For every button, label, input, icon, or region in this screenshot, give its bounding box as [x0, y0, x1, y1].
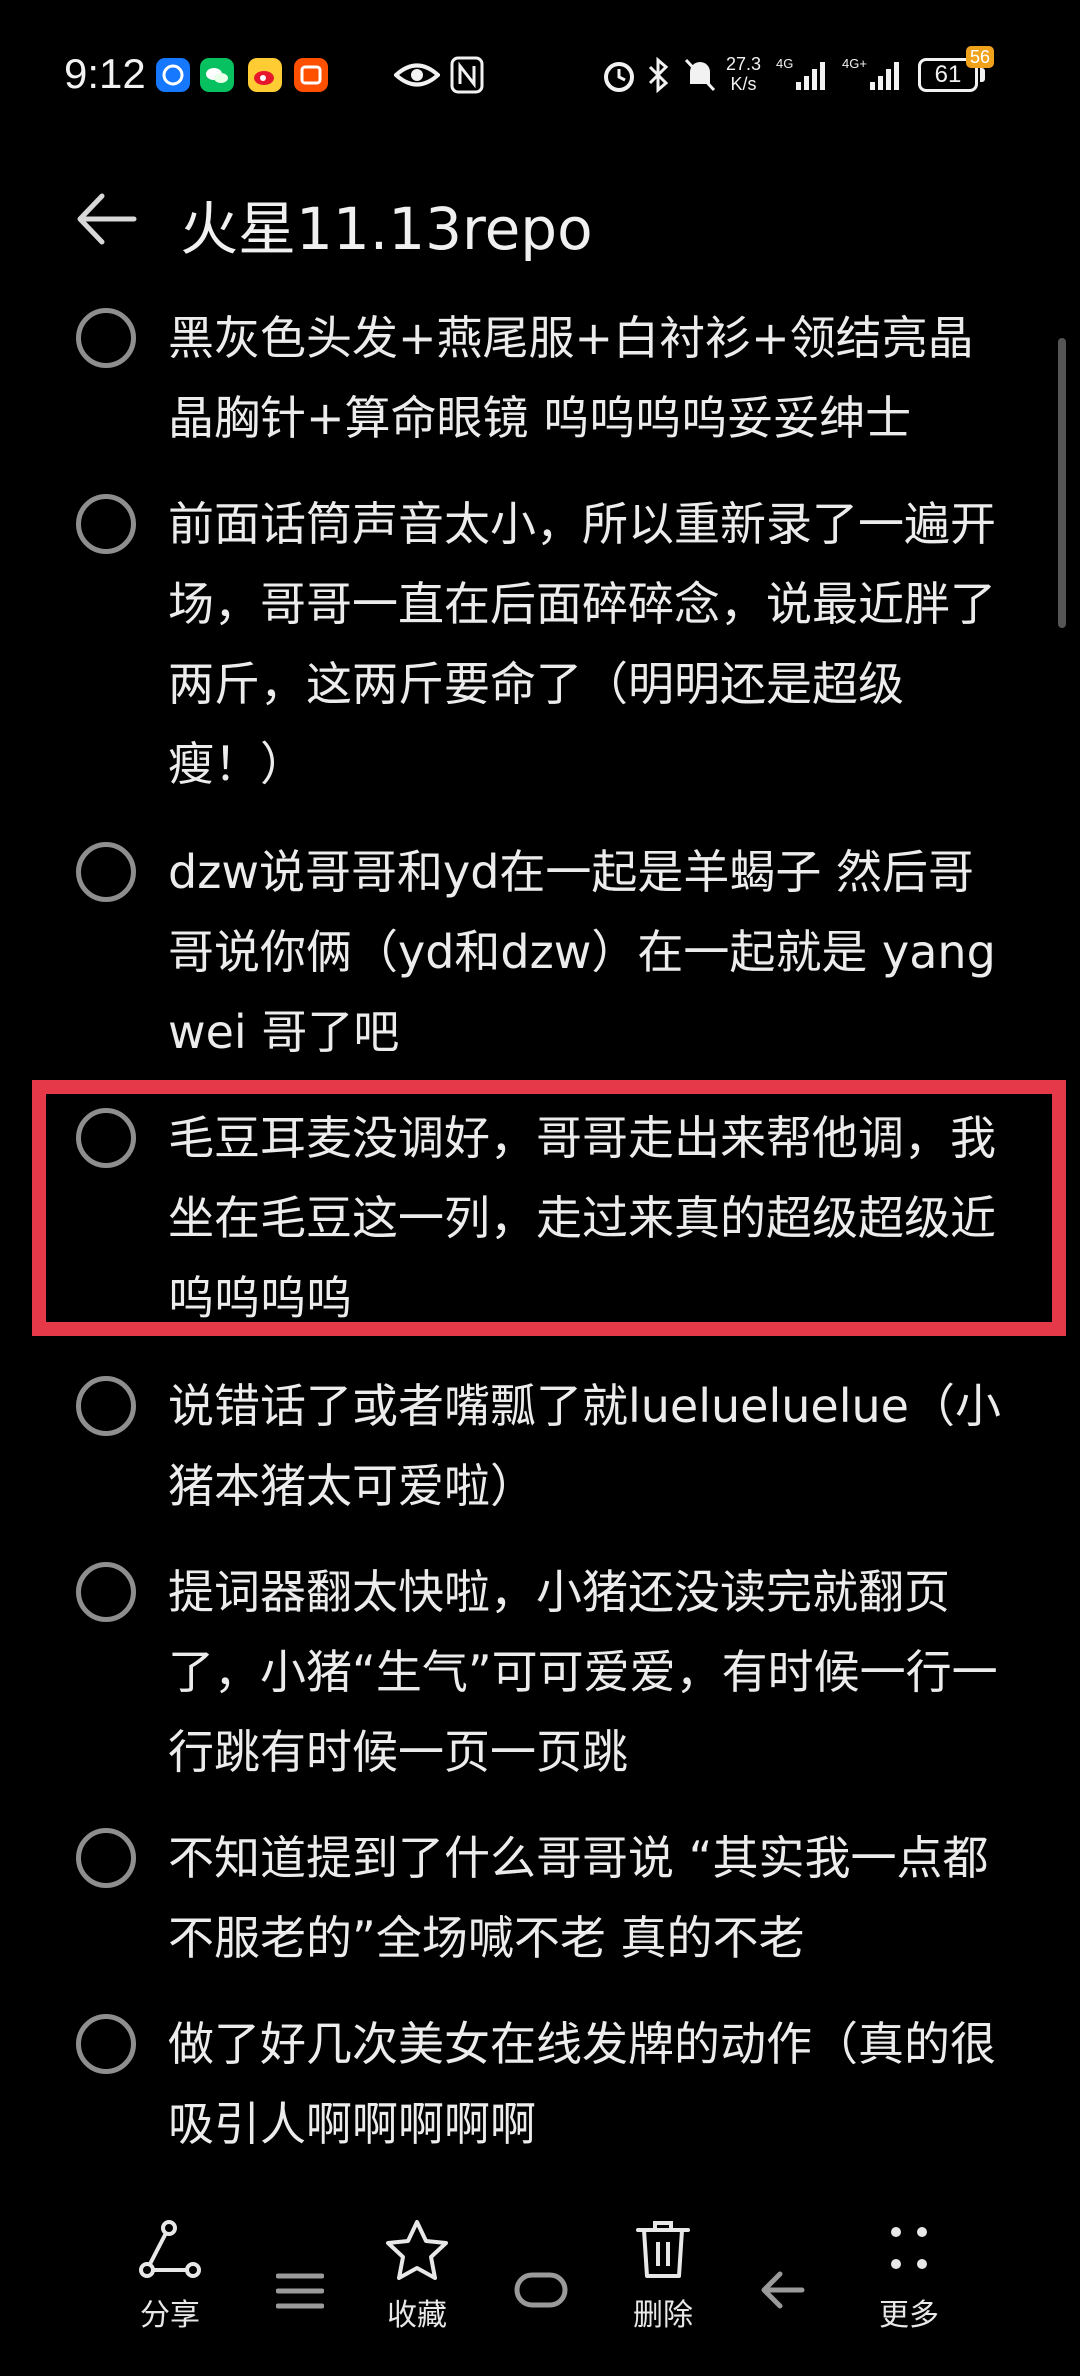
menu-icon — [275, 2273, 325, 2309]
status-bar: 9:12 27.3 K/s 4G 4G+ 61 56 — [0, 0, 1080, 150]
star-icon — [386, 2220, 448, 2280]
signal-4g-plus-icon: 4G+ — [842, 56, 906, 98]
share-icon — [139, 2220, 201, 2278]
signal-4g-icon: 4G — [776, 56, 830, 98]
status-time: 9:12 — [64, 50, 146, 97]
todo-checkbox[interactable] — [76, 842, 136, 902]
home-key[interactable] — [514, 2270, 568, 2314]
home-icon — [514, 2272, 568, 2308]
back-key[interactable] — [758, 2270, 806, 2314]
todo-checkbox[interactable] — [76, 1376, 136, 1436]
arrow-left-icon — [77, 193, 137, 245]
favorite-label: 收藏 — [387, 2298, 447, 2333]
nav-back-icon — [761, 2271, 805, 2309]
item-text: dzw说哥哥和yd在一起是羊蝎子 然后哥哥说你俩（yd和dzw）在一起就是 ya… — [168, 845, 996, 1059]
more-label: 更多 — [879, 2298, 939, 2333]
nfc-icon — [450, 56, 484, 98]
wechat-app-icon — [200, 58, 234, 92]
more-dots-icon — [891, 2227, 927, 2269]
item-text: 说错话了或者嘴瓢了就luelueluelue（小猪本猪太可爱啦） — [168, 1379, 1001, 1513]
taobao-app-icon — [294, 58, 328, 92]
back-button[interactable] — [72, 184, 142, 254]
todo-checkbox[interactable] — [76, 494, 136, 554]
scrollbar[interactable] — [1058, 338, 1066, 628]
item-text: 不知道提到了什么哥哥说 “其实我一点都不服老的”全场喊不老 真的不老 — [168, 1831, 989, 1965]
share-button[interactable]: 分享 — [115, 2218, 225, 2334]
item-text: 做了好几次美女在线发牌的动作（真的很吸引人啊啊啊啊啊 — [168, 2017, 996, 2151]
svg-text:4G+: 4G+ — [842, 56, 867, 71]
charge-badge: 56 — [966, 46, 995, 68]
todo-checkbox[interactable] — [76, 2014, 136, 2074]
more-button[interactable]: 更多 — [854, 2218, 964, 2334]
screen: 9:12 27.3 K/s 4G 4G+ 61 56 火星11.13repo 黑… — [0, 0, 1080, 2376]
bluetooth-icon — [646, 56, 672, 98]
todo-checkbox[interactable] — [76, 308, 136, 368]
weibo-app-icon — [248, 58, 282, 92]
delete-button[interactable]: 删除 — [608, 2218, 718, 2334]
alarm-icon — [600, 56, 638, 98]
battery-tip — [980, 68, 985, 82]
item-text: 黑灰色头发+燕尾服+白衬衫+领结亮晶晶胸针+算命眼镜 呜呜呜呜妥妥绅士 — [168, 311, 974, 445]
eye-icon — [393, 60, 441, 94]
trash-icon — [636, 2221, 690, 2278]
alipay-app-icon — [156, 58, 190, 92]
todo-checkbox[interactable] — [76, 1562, 136, 1622]
delete-label: 删除 — [633, 2298, 693, 2333]
item-text: 提词器翻太快啦，小猪还没读完就翻页了，小猪“生气”可可爱爱，有时候一行一行跳有时… — [168, 1565, 998, 1779]
favorite-button[interactable]: 收藏 — [362, 2218, 472, 2334]
item-text: 毛豆耳麦没调好，哥哥走出来帮他调，我坐在毛豆这一列，走过来真的超级超级近呜呜呜呜 — [168, 1111, 996, 1325]
svg-text:4G: 4G — [776, 56, 793, 71]
recent-apps-key[interactable] — [275, 2272, 325, 2314]
page-title: 火星11.13repo — [180, 195, 593, 263]
item-text: 前面话筒声音太小，所以重新录了一遍开场，哥哥一直在后面碎碎念，说最近胖了两斤，这… — [168, 497, 996, 791]
mute-icon — [682, 56, 718, 98]
todo-checkbox[interactable] — [76, 1108, 136, 1168]
share-label: 分享 — [140, 2298, 200, 2333]
network-speed: 27.3 K/s — [726, 54, 762, 94]
todo-checkbox[interactable] — [76, 1828, 136, 1888]
